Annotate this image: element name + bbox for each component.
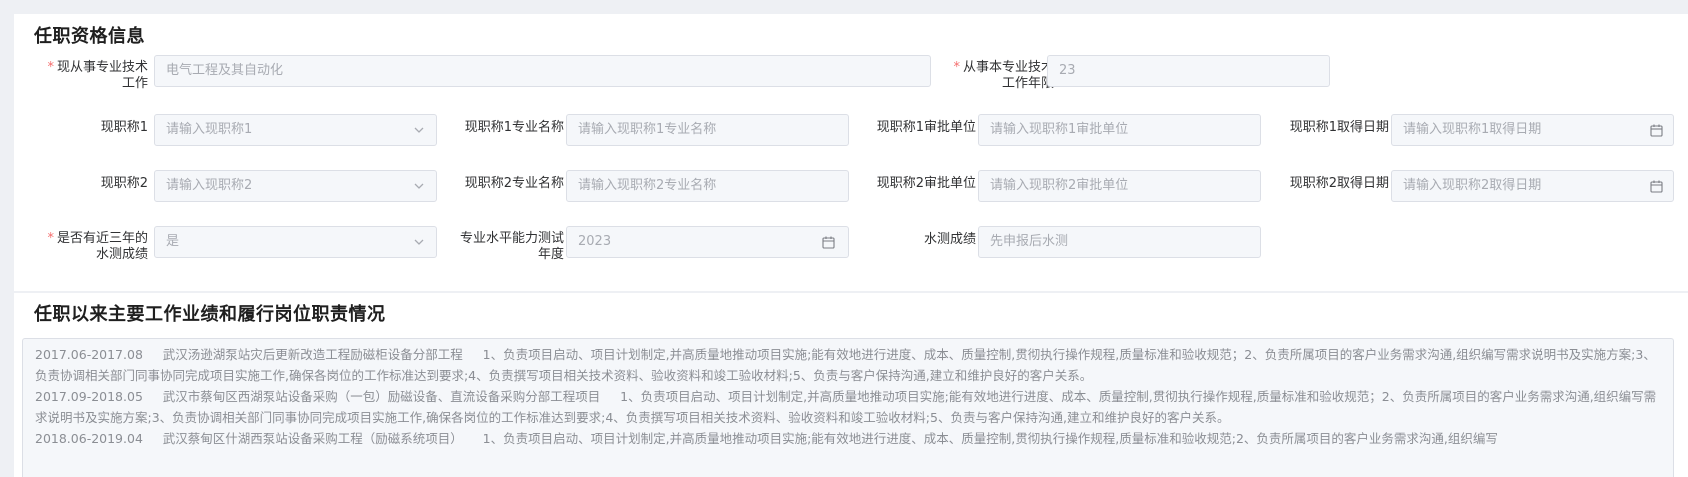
title1-date-picker[interactable]: 请输入现职称1取得日期 <box>1391 114 1674 146</box>
title2-date-picker[interactable]: 请输入现职称2取得日期 <box>1391 170 1674 202</box>
title2-major-label: 现职称2专业名称 <box>464 176 564 191</box>
test-year-label: 专业水平能力测试 年度 <box>459 231 564 262</box>
title2-label: 现职称2 <box>100 176 148 191</box>
chevron-down-icon <box>411 227 427 257</box>
calendar-icon <box>1648 115 1664 145</box>
has-test-select[interactable]: 是 <box>154 226 437 258</box>
has-test-label: * 是否有近三年的 水测成绩 <box>47 231 148 262</box>
section-title: 任职资格信息 <box>34 26 145 47</box>
required-mark: * <box>47 60 54 75</box>
title1-select[interactable]: 请输入现职称1 <box>154 114 437 146</box>
calendar-icon <box>1648 171 1664 201</box>
calendar-icon <box>820 227 836 257</box>
required-mark: * <box>953 60 960 75</box>
achievements-panel: 任职以来主要工作业绩和履行岗位职责情况 2017.06-2017.08 武汉汤逊… <box>14 293 1688 477</box>
achievements-textarea[interactable]: 2017.06-2017.08 武汉汤逊湖泵站灾后更新改造工程励磁柜设备分部工程… <box>22 338 1674 477</box>
title2-unit-input[interactable]: 请输入现职称2审批单位 <box>978 170 1261 202</box>
entry-3: 2018.06-2019.04 武汉蔡甸区什湖西泵站设备采购工程（励磁系统项目）… <box>35 431 1498 446</box>
title2-date-label: 现职称2取得日期 <box>1289 176 1389 191</box>
entry-2: 2017.09-2018.05 武汉市蔡甸区西湖泵站设备采购（一包）励磁设备、直… <box>35 389 1657 425</box>
test-score-label: 水测成绩 <box>923 232 976 247</box>
title1-unit-label: 现职称1审批单位 <box>876 120 976 135</box>
qualification-panel: 任职资格信息 * 现从事专业技术 工作 电气工程及其自动化 * 从事本专业技术 工作… <box>14 14 1688 291</box>
entry-1: 2017.06-2017.08 武汉汤逊湖泵站灾后更新改造工程励磁柜设备分部工程… <box>35 347 1656 383</box>
title1-major-input[interactable]: 请输入现职称1专业名称 <box>566 114 849 146</box>
title1-major-label: 现职称1专业名称 <box>464 120 564 135</box>
current-specialty-label: * 现从事专业技术 工作 <box>47 60 148 91</box>
title2-major-input[interactable]: 请输入现职称2专业名称 <box>566 170 849 202</box>
title1-label: 现职称1 <box>100 120 148 135</box>
title2-unit-label: 现职称2审批单位 <box>876 176 976 191</box>
chevron-down-icon <box>411 115 427 145</box>
current-specialty-field[interactable]: 电气工程及其自动化 <box>154 55 931 87</box>
test-year-picker[interactable]: 2023 <box>566 226 849 258</box>
years-field[interactable]: 23 <box>1047 55 1330 87</box>
chevron-down-icon <box>411 171 427 201</box>
title1-unit-input[interactable]: 请输入现职称1审批单位 <box>978 114 1261 146</box>
section-title: 任职以来主要工作业绩和履行岗位职责情况 <box>34 304 386 325</box>
required-mark: * <box>47 231 54 246</box>
title2-select[interactable]: 请输入现职称2 <box>154 170 437 202</box>
test-score-field[interactable]: 先申报后水测 <box>978 226 1261 258</box>
title1-date-label: 现职称1取得日期 <box>1289 120 1389 135</box>
years-label: * 从事本专业技术 工作年限 <box>953 60 1054 91</box>
